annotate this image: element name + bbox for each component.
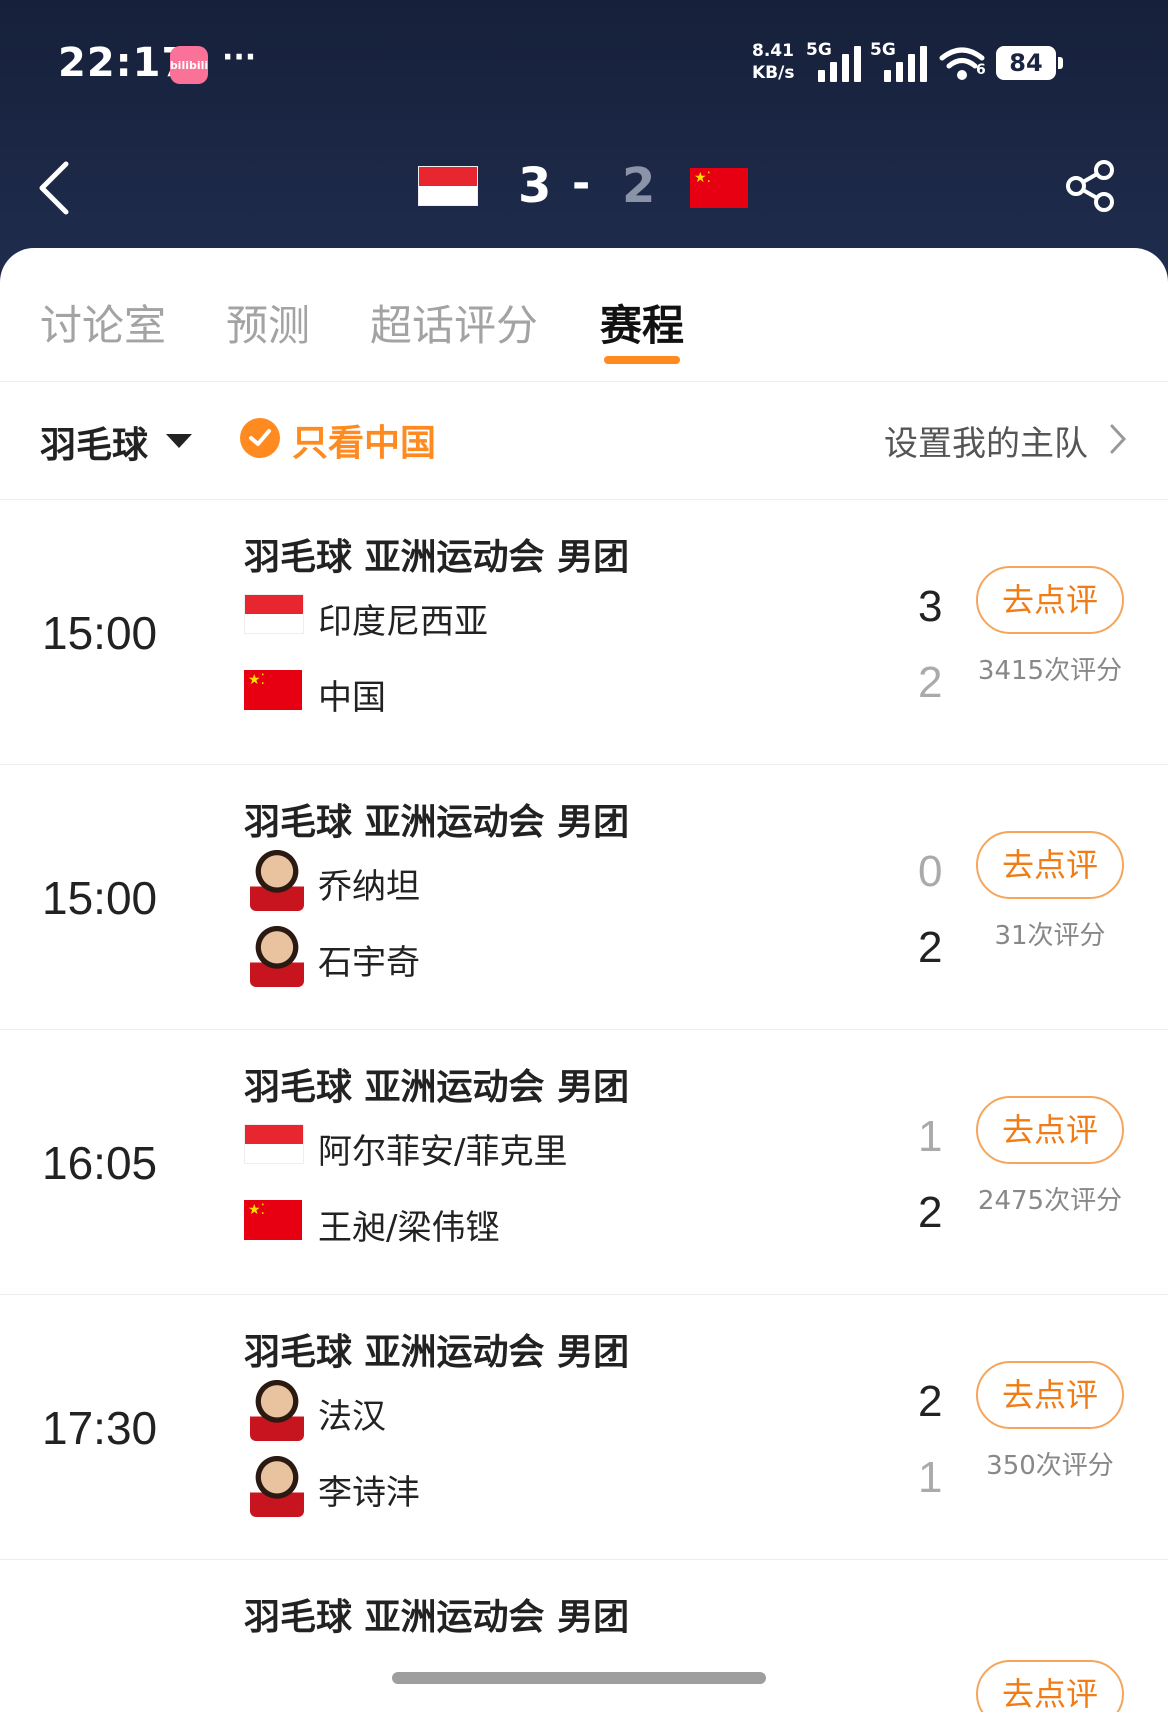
tab-topic-rating[interactable]: 超话评分 <box>370 292 538 353</box>
away-side: ★⁚ 王昶/梁伟铿 <box>244 1188 864 1252</box>
match-time: 16:05 <box>42 1137 158 1189</box>
china-flag-icon: ★⁚ <box>244 1200 302 1240</box>
check-circle-icon[interactable] <box>240 418 280 458</box>
indonesia-flag-icon <box>418 166 478 206</box>
home-name: 阿尔菲安/菲克里 <box>318 1132 568 1172</box>
home-side: 法汉 <box>244 1377 864 1441</box>
network-speed-unit: KB/s <box>752 63 795 83</box>
home-score: 2 <box>918 1377 943 1426</box>
only-china-toggle[interactable]: 只看中国 <box>292 414 436 466</box>
away-score: 2 <box>918 658 943 707</box>
header-away-score: 2 <box>622 158 656 214</box>
rate-button[interactable]: 去点评 <box>976 1096 1124 1164</box>
caret-down-icon[interactable] <box>166 434 192 448</box>
home-side: 阿尔菲安/菲克里 <box>244 1112 864 1176</box>
rating-count: 2475次评分 <box>977 1186 1123 1216</box>
match-row[interactable]: 17:30 羽毛球 亚洲运动会 男团 法汉 李诗沣 2 1 去点评 350次评分 <box>0 1295 1168 1560</box>
rate-button[interactable]: 去点评 <box>976 1660 1124 1712</box>
network-speed-value: 8.41 <box>752 41 794 61</box>
match-time: 17:30 <box>42 1402 158 1454</box>
home-name: 法汉 <box>318 1397 386 1437</box>
player-avatar <box>250 1377 304 1441</box>
rate-button[interactable]: 去点评 <box>976 831 1124 899</box>
home-name: 印度尼西亚 <box>318 602 488 642</box>
match-title: 羽毛球 亚洲运动会 男团 <box>244 802 630 843</box>
sport-dropdown[interactable]: 羽毛球 <box>40 416 148 468</box>
home-side: 印度尼西亚 <box>244 582 864 646</box>
china-flag-icon: ★⁚ <box>244 670 302 710</box>
rating-count: 31次评分 <box>994 921 1106 951</box>
more-notifications-icon: ··· <box>222 40 257 75</box>
home-score: 3 <box>918 582 943 631</box>
active-tab-indicator <box>604 356 680 364</box>
away-name: 王昶/梁伟铿 <box>318 1208 500 1248</box>
china-flag-icon: ★⁚ <box>690 168 748 208</box>
match-row[interactable]: 羽毛球 亚洲运动会 男团 去点评 <box>0 1560 1168 1712</box>
away-side: 李诗沣 <box>244 1453 864 1517</box>
filter-bar: 羽毛球 只看中国 设置我的主队 <box>0 382 1168 500</box>
away-score: 1 <box>918 1453 943 1502</box>
player-avatar <box>250 923 304 987</box>
away-score: 2 <box>918 1188 943 1237</box>
back-icon[interactable] <box>36 160 72 216</box>
indonesia-flag-icon <box>244 594 304 634</box>
rating-count: 3415次评分 <box>977 656 1123 686</box>
home-name: 乔纳坦 <box>318 867 420 907</box>
tab-bar: 讨论室 预测 超话评分 赛程 <box>0 248 1168 382</box>
away-score: 2 <box>918 923 943 972</box>
match-title: 羽毛球 亚洲运动会 男团 <box>244 1332 630 1373</box>
share-icon[interactable] <box>1064 158 1120 214</box>
rate-button[interactable]: 去点评 <box>976 566 1124 634</box>
home-side: 乔纳坦 <box>244 847 864 911</box>
network-speed: 8.41 KB/s <box>752 40 794 84</box>
match-row[interactable]: 16:05 羽毛球 亚洲运动会 男团 阿尔菲安/菲克里 ★⁚ 王昶/梁伟铿 1 … <box>0 1030 1168 1295</box>
header-score-dash: - <box>572 158 591 209</box>
header-home-score: 3 <box>518 158 552 214</box>
bilibili-app-icon: bilibili <box>170 46 208 84</box>
header: 22:17 bilibili ··· 8.41 KB/s 5G 5G 6 84 … <box>0 0 1168 270</box>
set-home-team-link[interactable]: 设置我的主队 <box>884 416 1088 465</box>
player-avatar <box>250 1453 304 1517</box>
away-side: ★⁚ 中国 <box>244 658 864 722</box>
match-time: 15:00 <box>42 872 158 924</box>
match-row[interactable]: 15:00 羽毛球 亚洲运动会 男团 印度尼西亚 ★⁚ 中国 3 2 去点评 3… <box>0 500 1168 765</box>
player-avatar <box>250 847 304 911</box>
battery-icon: 84 <box>996 46 1063 80</box>
rating-count: 350次评分 <box>986 1451 1114 1481</box>
match-title: 羽毛球 亚洲运动会 男团 <box>244 1597 630 1638</box>
away-side: 石宇奇 <box>244 923 864 987</box>
indonesia-flag-icon <box>244 1124 304 1164</box>
signal-icon-2 <box>884 44 927 82</box>
chevron-right-icon[interactable] <box>1108 422 1128 456</box>
signal-icon-1 <box>818 44 861 82</box>
wifi-sub-label: 6 <box>976 62 986 78</box>
match-time: 15:00 <box>42 607 158 659</box>
home-score: 1 <box>918 1112 943 1161</box>
away-name: 石宇奇 <box>318 943 420 983</box>
tab-schedule[interactable]: 赛程 <box>600 292 684 353</box>
content-panel: 讨论室 预测 超话评分 赛程 羽毛球 只看中国 设置我的主队 15:00 羽毛球… <box>0 248 1168 1712</box>
match-title: 羽毛球 亚洲运动会 男团 <box>244 1067 630 1108</box>
away-name: 李诗沣 <box>318 1473 420 1513</box>
tab-prediction[interactable]: 预测 <box>226 292 310 353</box>
tab-discussion[interactable]: 讨论室 <box>40 292 166 353</box>
home-indicator[interactable] <box>392 1672 766 1684</box>
rate-button[interactable]: 去点评 <box>976 1361 1124 1429</box>
away-name: 中国 <box>318 678 386 718</box>
home-score: 0 <box>918 847 943 896</box>
match-row[interactable]: 15:00 羽毛球 亚洲运动会 男团 乔纳坦 石宇奇 0 2 去点评 31次评分 <box>0 765 1168 1030</box>
match-title: 羽毛球 亚洲运动会 男团 <box>244 537 630 578</box>
